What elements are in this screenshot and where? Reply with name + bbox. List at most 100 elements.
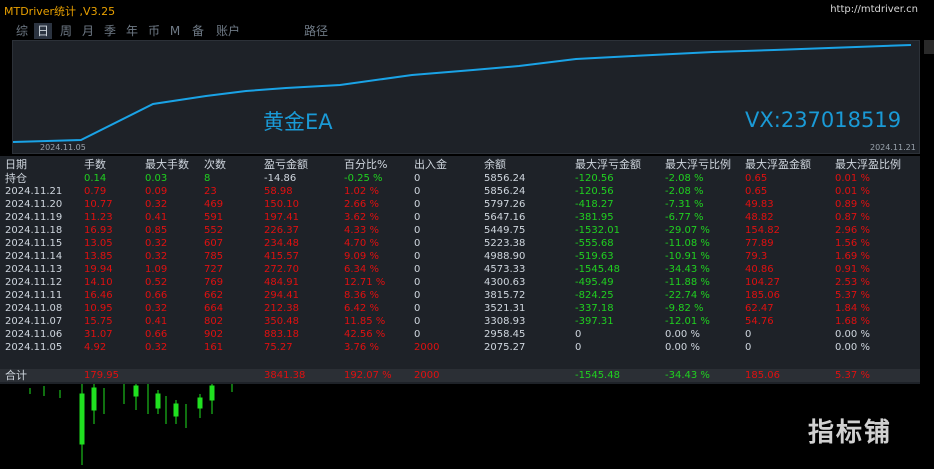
cell-max-lots: 0.66 (145, 290, 168, 301)
table-row: 2024.11.14 13.85 0.32 785 415.57 9.09 % 0 4988.… (0, 250, 920, 263)
cell-lots: 11.23 (84, 212, 113, 223)
tab-currency[interactable]: 币 (146, 23, 162, 39)
cell-max-float-loss-ratio: -10.91 % (665, 251, 710, 262)
cell-max-float-profit: 40.86 (745, 264, 774, 275)
cell-lots: 15.75 (84, 316, 113, 327)
cell-lots: 4.92 (84, 342, 107, 353)
cell-max-lots: 0.32 (145, 251, 168, 262)
cell-balance: 5856.24 (484, 186, 526, 197)
cell-deposit: 0 (414, 212, 421, 223)
tab-notes[interactable]: 备 (190, 23, 206, 39)
equity-curve-svg (13, 44, 912, 143)
cell-pnl: 75.27 (264, 342, 293, 353)
cell-count: 469 (204, 199, 224, 210)
cell-pnl: 272.70 (264, 264, 299, 275)
cell-max-float-loss: 0 (575, 342, 582, 353)
header-max-lots: 最大手数 (145, 158, 189, 171)
cell-count: 902 (204, 329, 224, 340)
cell-max-float-profit-ratio: 1.69 % (835, 251, 870, 262)
cell-date: 2024.11.20 (5, 199, 63, 210)
cell-percent: -0.25 % (344, 173, 383, 184)
cell-deposit: 2000 (414, 370, 440, 381)
cell-pnl: 58.98 (264, 186, 293, 197)
cell-percent: 3.76 % (344, 342, 379, 353)
cell-deposit: 0 (414, 173, 421, 184)
cell-lots: 0.79 (84, 186, 107, 197)
cell-max-float-profit-ratio: 0.91 % (835, 264, 870, 275)
cell-deposit: 0 (414, 290, 421, 301)
cell-max-float-profit-ratio: 1.68 % (835, 316, 870, 327)
tab-week[interactable]: 周 (58, 23, 74, 39)
cell-max-lots: 0.09 (145, 186, 168, 197)
cell-pnl: 294.41 (264, 290, 299, 301)
cell-max-float-profit-ratio: 1.84 % (835, 303, 870, 314)
scroll-handle[interactable] (924, 40, 934, 54)
cell-date: 2024.11.14 (5, 251, 63, 262)
cell-date: 2024.11.21 (5, 186, 63, 197)
cell-lots: 10.95 (84, 303, 113, 314)
cell-balance: 5856.24 (484, 173, 526, 184)
cell-max-float-profit-ratio: 0.01 % (835, 173, 870, 184)
cell-max-lots: 0.32 (145, 342, 168, 353)
cell-deposit: 0 (414, 329, 421, 340)
tab-account[interactable]: 账户 (214, 23, 242, 39)
cell-count: 607 (204, 238, 224, 249)
cell-pnl: -14.86 (264, 173, 297, 184)
cell-date: 2024.11.05 (5, 342, 63, 353)
candles (29, 384, 233, 465)
stats-table: 日期 手数 最大手数 次数 盈亏金额 百分比% 出入金 余额 最大浮亏金额 最大浮亏比例 最大浮盈金… (0, 156, 920, 384)
tab-summary[interactable]: 综 (14, 23, 30, 39)
cell-max-float-loss: -381.95 (575, 212, 614, 223)
cell-max-float-loss-ratio: -2.08 % (665, 186, 704, 197)
cell-max-float-profit: 0.65 (745, 186, 768, 197)
cell-date: 2024.11.12 (5, 277, 63, 288)
cell-date: 2024.11.06 (5, 329, 63, 340)
cell-balance: 3815.72 (484, 290, 526, 301)
cell-max-float-profit: 48.82 (745, 212, 774, 223)
cell-percent: 4.70 % (344, 238, 379, 249)
cell-max-float-profit: 77.89 (745, 238, 774, 249)
tab-path[interactable]: 路径 (302, 23, 330, 39)
cell-max-float-loss-ratio: 0.00 % (665, 329, 700, 340)
cell-max-float-loss: -337.18 (575, 303, 614, 314)
tab-month[interactable]: 月 (80, 23, 96, 39)
cell-date: 2024.11.11 (5, 290, 63, 301)
cell-pnl: 3841.38 (264, 370, 306, 381)
cell-lots: 31.07 (84, 329, 113, 340)
cell-pnl: 415.57 (264, 251, 299, 262)
site-link[interactable]: http://mtdriver.cn (830, 4, 918, 15)
tab-year[interactable]: 年 (124, 23, 140, 39)
cell-balance: 5223.38 (484, 238, 526, 249)
cell-max-float-profit: 62.47 (745, 303, 774, 314)
watermark-text: 指标铺 (808, 418, 893, 448)
cell-lots: 179.95 (84, 370, 119, 381)
tab-day[interactable]: 日 (34, 23, 52, 39)
tab-quarter[interactable]: 季 (102, 23, 118, 39)
cell-percent: 8.36 % (344, 290, 379, 301)
cell-max-float-loss: -495.49 (575, 277, 614, 288)
header-date: 日期 (5, 158, 27, 171)
cell-max-float-loss-ratio: -7.31 % (665, 199, 704, 210)
chart-end-date: 2024.11.21 (870, 143, 916, 152)
cell-max-float-loss-ratio: -11.08 % (665, 238, 710, 249)
cell-pnl: 484.91 (264, 277, 299, 288)
cell-lots: 13.85 (84, 251, 113, 262)
table-row: 2024.11.11 16.46 0.66 662 294.41 8.36 % 0 3815.… (0, 289, 920, 302)
cell-count: 552 (204, 225, 224, 236)
cell-max-float-loss: -519.63 (575, 251, 614, 262)
cell-deposit: 0 (414, 277, 421, 288)
cell-date: 合计 (5, 369, 27, 382)
cell-max-float-loss: -397.31 (575, 316, 614, 327)
cell-date: 2024.11.13 (5, 264, 63, 275)
cell-max-lots: 0.03 (145, 173, 168, 184)
cell-max-lots: 0.32 (145, 199, 168, 210)
table-row: 2024.11.18 16.93 0.85 552 226.37 4.33 % 0 5449.… (0, 224, 920, 237)
tab-m[interactable]: M (168, 23, 182, 39)
cell-pnl: 212.38 (264, 303, 299, 314)
cell-max-lots: 0.85 (145, 225, 168, 236)
cell-max-lots: 0.52 (145, 277, 168, 288)
cell-percent: 1.02 % (344, 186, 379, 197)
cell-deposit: 0 (414, 251, 421, 262)
cell-max-float-profit: 0.65 (745, 173, 768, 184)
cell-max-float-profit-ratio: 0.87 % (835, 212, 870, 223)
